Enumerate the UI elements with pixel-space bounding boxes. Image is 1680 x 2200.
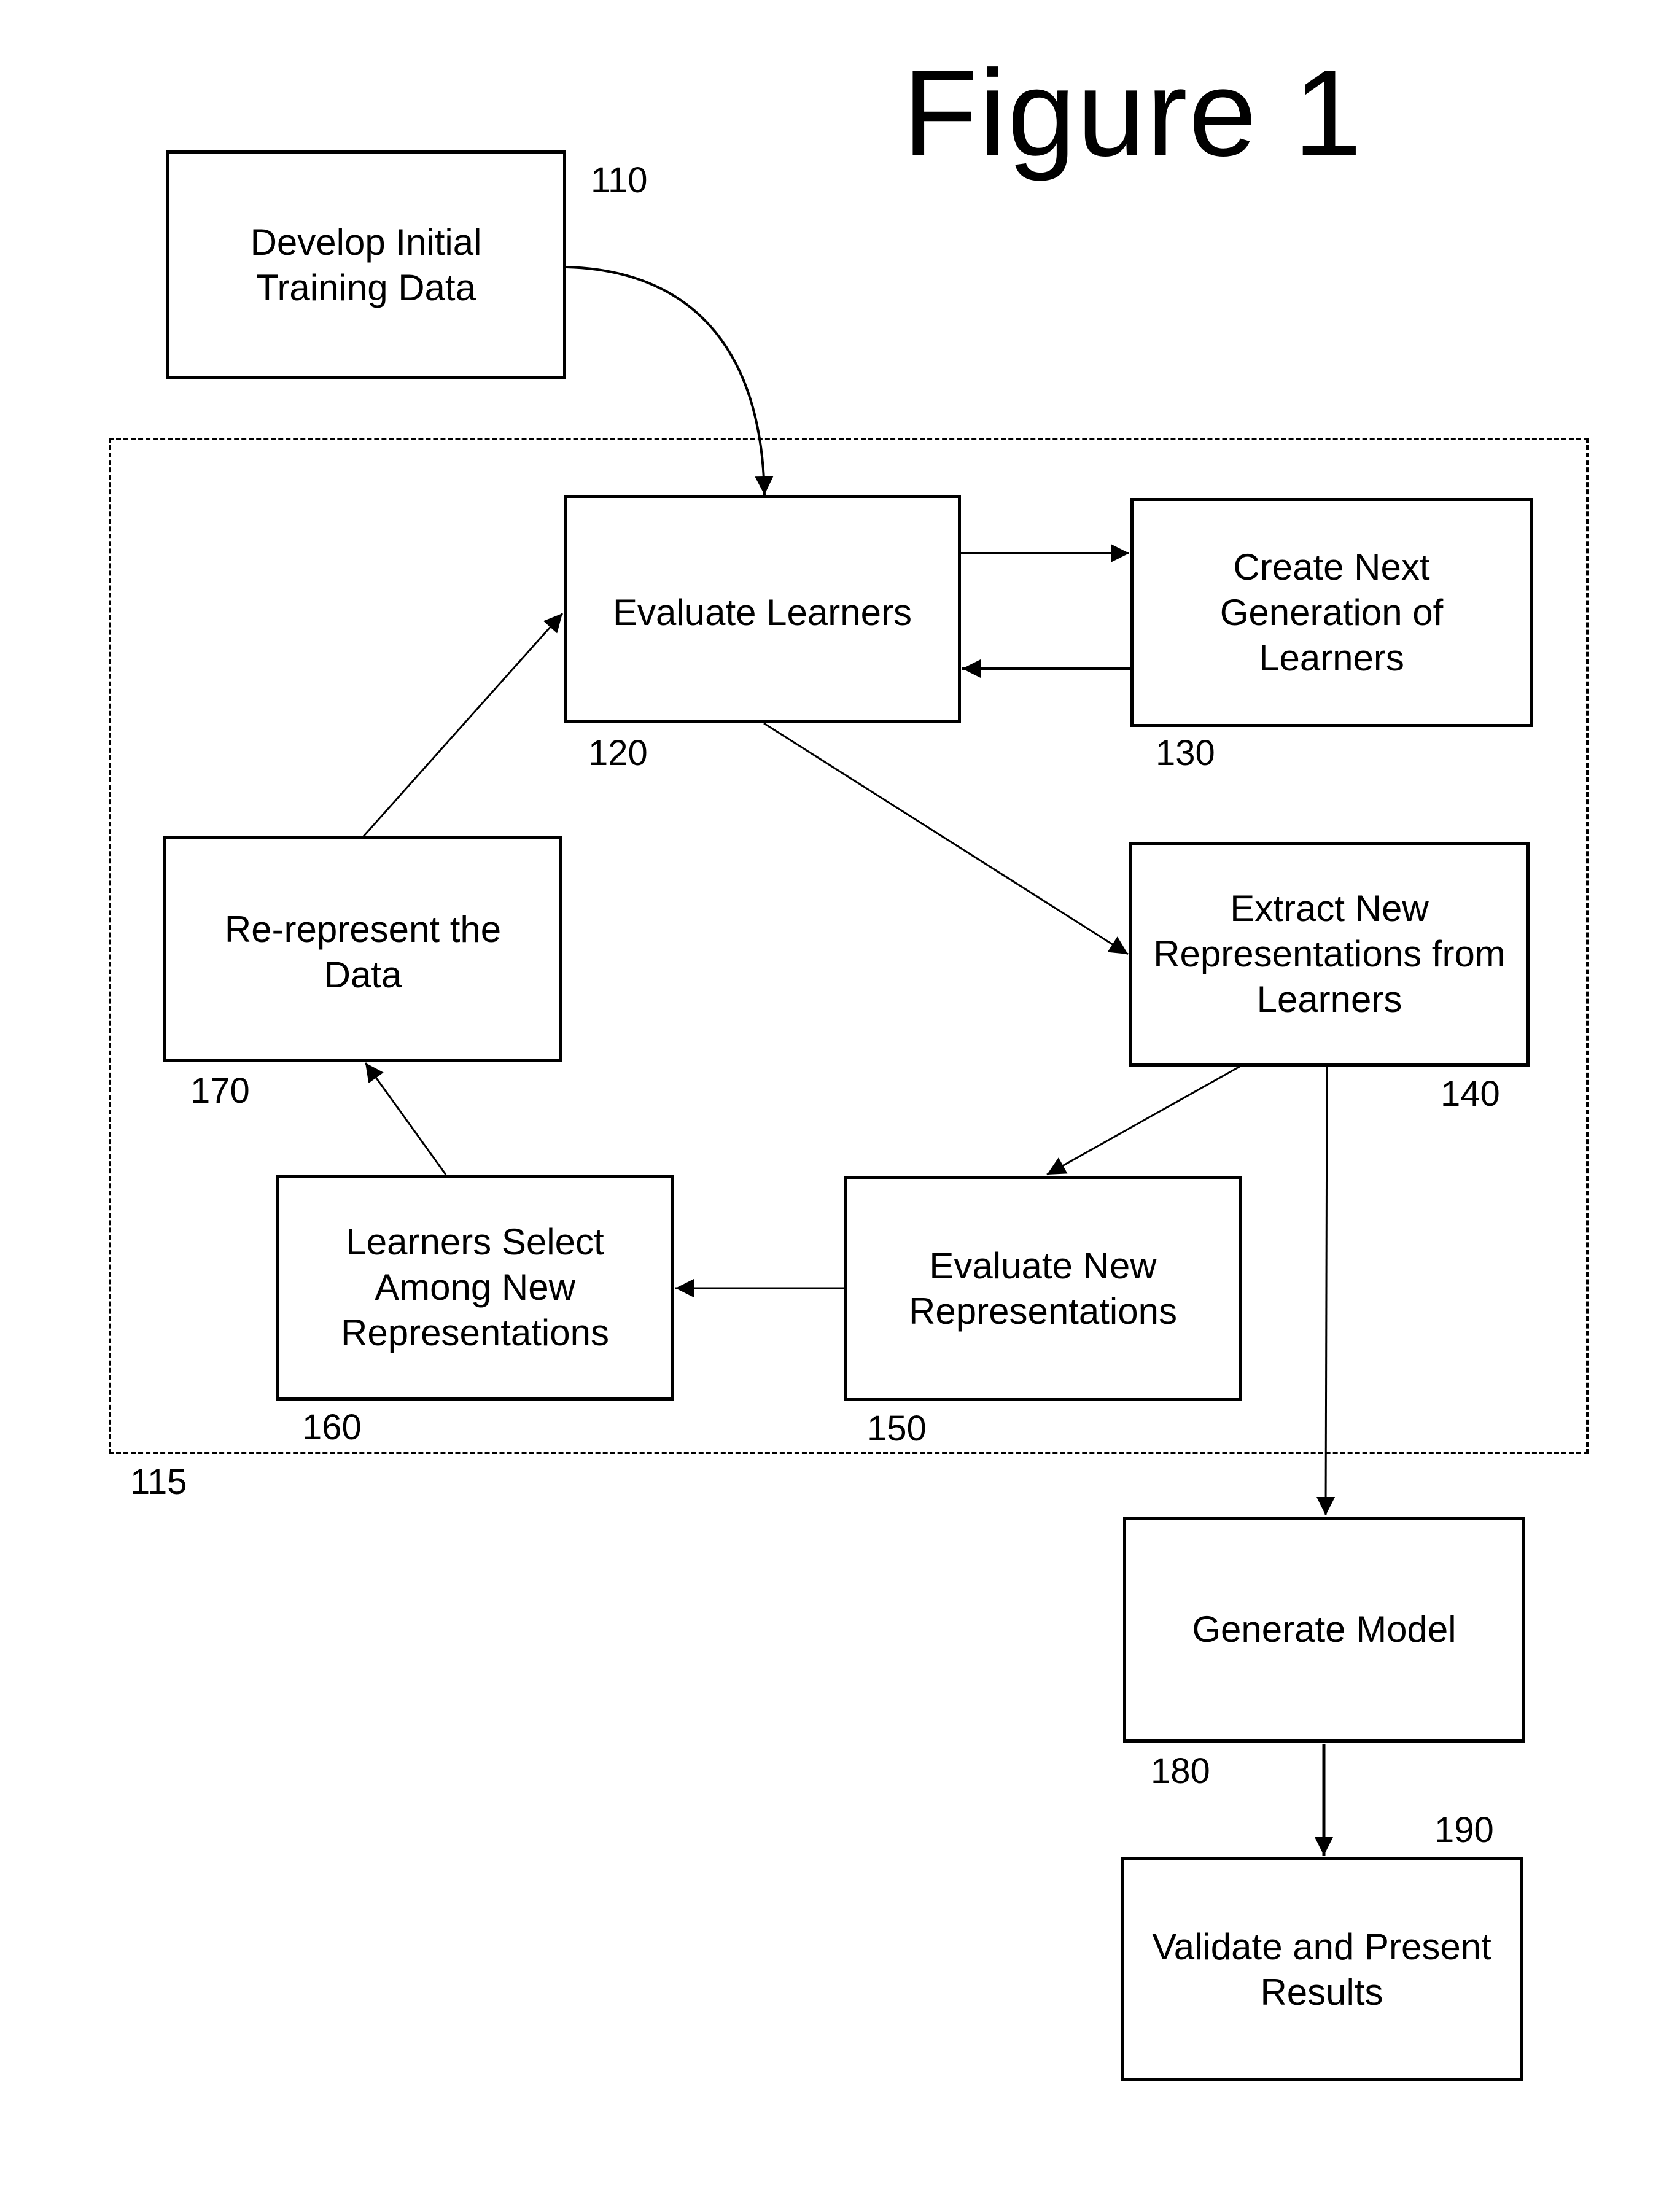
step-box-120: Evaluate Learners [564, 495, 961, 723]
ref-label-170: 170 [190, 1071, 250, 1111]
ref-label-140: 140 [1441, 1074, 1500, 1114]
step-label-140: Extract New Representations from Learner… [1153, 888, 1506, 1020]
edge-120-to-140 [763, 722, 1129, 955]
step-label-160: Learners Select Among New Representation… [341, 1221, 609, 1353]
step-label-170: Re-represent the Data [224, 909, 502, 995]
ref-label-120: 120 [588, 733, 648, 773]
ref-label-190: 190 [1434, 1810, 1494, 1850]
edge-170-to-120 [362, 613, 564, 837]
ref-label-150: 150 [867, 1409, 927, 1448]
step-box-160: Learners Select Among New Representation… [276, 1175, 674, 1401]
step-box-180: Generate Model [1123, 1517, 1525, 1743]
step-label-110: Develop Initial Training Data [250, 221, 482, 308]
step-label-130: Create Next Generation of Learners [1219, 546, 1444, 678]
edge-160-to-170 [364, 1062, 447, 1175]
edge-140-to-150 [1046, 1065, 1240, 1176]
ref-label-180: 180 [1151, 1751, 1210, 1791]
step-box-140: Extract New Representations from Learner… [1129, 842, 1530, 1067]
step-label-180: Generate Model [1192, 1609, 1456, 1650]
ref-label-130: 130 [1156, 733, 1215, 773]
ref-label-110: 110 [591, 160, 648, 200]
edge-140-to-180 [1316, 1066, 1336, 1516]
step-box-110: Develop Initial Training Data [166, 150, 566, 379]
edge-110-to-120 [566, 266, 774, 496]
ref-label-160: 160 [302, 1407, 362, 1447]
step-box-190: Validate and Present Results [1121, 1857, 1523, 2081]
step-box-150: Evaluate New Representations [844, 1176, 1242, 1401]
step-label-120: Evaluate Learners [613, 592, 912, 633]
step-label-150: Evaluate New Representations [909, 1245, 1177, 1332]
step-box-170: Re-represent the Data [163, 836, 562, 1062]
step-label-190: Validate and Present Results [1152, 1926, 1491, 2013]
step-box-130: Create Next Generation of Learners [1130, 498, 1533, 727]
